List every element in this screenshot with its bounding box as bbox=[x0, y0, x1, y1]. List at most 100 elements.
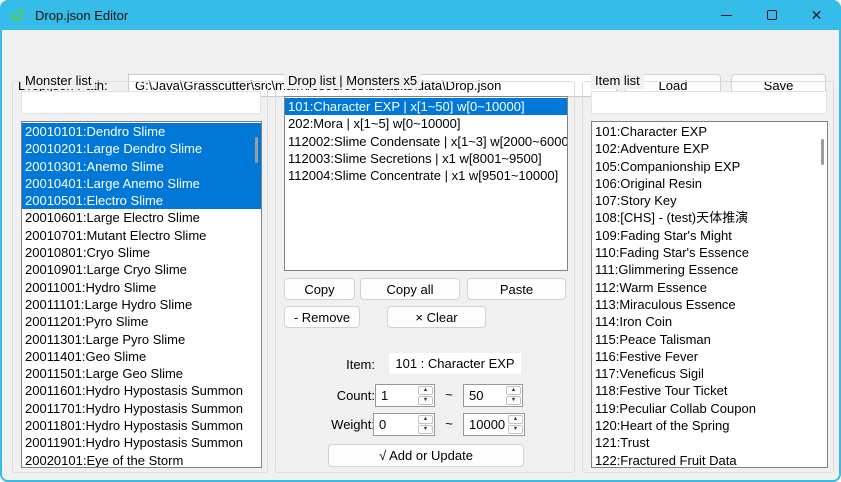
monster-list-item[interactable]: 20010701:Mutant Electro Slime bbox=[22, 227, 261, 244]
monster-list-item[interactable]: 20011401:Geo Slime bbox=[22, 348, 261, 365]
item-list-item[interactable]: 102:Adventure EXP bbox=[592, 140, 827, 157]
item-list-item[interactable]: 116:Festive Fever bbox=[592, 348, 827, 365]
item-list-item[interactable]: 119:Peculiar Collab Coupon bbox=[592, 400, 827, 417]
count-min-spinner[interactable]: ▲ ▼ bbox=[375, 384, 435, 407]
item-list-item[interactable]: 107:Story Key bbox=[592, 192, 827, 209]
window-controls: ✕ bbox=[704, 0, 839, 30]
weight-max-spinner[interactable]: ▲ ▼ bbox=[463, 413, 525, 436]
chevron-up-icon[interactable]: ▲ bbox=[506, 386, 521, 395]
item-list-title: Item list bbox=[591, 73, 644, 89]
weight-min-spinner[interactable]: ▲ ▼ bbox=[373, 413, 435, 436]
item-list-item[interactable]: 106:Original Resin bbox=[592, 175, 827, 192]
monster-list-item[interactable]: 20010901:Large Cryo Slime bbox=[22, 261, 261, 278]
clear-button[interactable]: × Clear bbox=[387, 306, 486, 328]
item-list-item[interactable]: 122:Fractured Fruit Data bbox=[592, 452, 827, 468]
count-max-spinner[interactable]: ▲ ▼ bbox=[463, 384, 523, 407]
drop-listbox[interactable]: 101:Character EXP | x[1~50] w[0~10000]20… bbox=[284, 96, 568, 271]
chevron-down-icon[interactable]: ▼ bbox=[506, 396, 521, 405]
item-list-item[interactable]: 117:Veneficus Sigil bbox=[592, 365, 827, 382]
monster-list-item[interactable]: 20011601:Hydro Hypostasis Summon bbox=[22, 382, 261, 399]
item-list-group: Item list 101:Character EXP102:Adventure… bbox=[582, 81, 834, 473]
chevron-down-icon[interactable]: ▼ bbox=[508, 425, 523, 434]
minimize-button[interactable] bbox=[704, 0, 749, 30]
weight-range-tilde: ~ bbox=[439, 416, 459, 431]
monster-list-item[interactable]: 20011001:Hydro Slime bbox=[22, 279, 261, 296]
item-list-item[interactable]: 114:Iron Coin bbox=[592, 313, 827, 330]
item-value-field[interactable]: 101 : Character EXP bbox=[388, 352, 522, 375]
remove-button[interactable]: - Remove bbox=[284, 306, 360, 328]
item-list-item[interactable]: 108:[CHS] - (test)天体推演 bbox=[592, 209, 827, 226]
count-max-input[interactable] bbox=[464, 385, 505, 406]
maximize-button[interactable] bbox=[749, 0, 794, 30]
weight-label: Weight: bbox=[296, 416, 375, 434]
title-bar: Drop.json Editor ✕ bbox=[0, 0, 841, 30]
count-label: Count: bbox=[296, 387, 375, 405]
monster-list-item[interactable]: 20011901:Hydro Hypostasis Summon bbox=[22, 434, 261, 451]
item-scrollbar-thumb[interactable] bbox=[821, 139, 824, 165]
window-content: Drop.json Path: Load Save Monster list 2… bbox=[2, 30, 839, 480]
monster-scrollbar-thumb[interactable] bbox=[255, 137, 258, 163]
drop-list-item[interactable]: 202:Mora | x[1~5] w[0~10000] bbox=[285, 115, 567, 132]
item-label: Item: bbox=[296, 356, 375, 374]
weight-min-input[interactable] bbox=[374, 414, 417, 435]
monster-list-item[interactable]: 20020101:Eye of the Storm bbox=[22, 452, 261, 468]
monster-list-item[interactable]: 20010201:Large Dendro Slime bbox=[22, 140, 261, 157]
monster-list-item[interactable]: 20011801:Hydro Hypostasis Summon bbox=[22, 417, 261, 434]
item-list-item[interactable]: 111:Glimmering Essence bbox=[592, 261, 827, 278]
count-min-input[interactable] bbox=[376, 385, 417, 406]
close-icon: ✕ bbox=[811, 8, 823, 22]
monster-list-item[interactable]: 20011101:Large Hydro Slime bbox=[22, 296, 261, 313]
monster-list-item[interactable]: 20011201:Pyro Slime bbox=[22, 313, 261, 330]
count-range-tilde: ~ bbox=[439, 387, 459, 402]
app-window: Drop.json Editor ✕ Drop.json Path: Load … bbox=[0, 0, 841, 482]
chevron-up-icon[interactable]: ▲ bbox=[508, 415, 523, 424]
chevron-up-icon[interactable]: ▲ bbox=[418, 386, 433, 395]
minimize-icon bbox=[721, 15, 732, 16]
drop-list-item[interactable]: 101:Character EXP | x[1~50] w[0~10000] bbox=[285, 98, 567, 115]
add-or-update-button[interactable]: √ Add or Update bbox=[328, 444, 524, 467]
monster-list-item[interactable]: 20010801:Cryo Slime bbox=[22, 244, 261, 261]
monster-list-item[interactable]: 20010501:Electro Slime bbox=[22, 192, 261, 209]
monster-list-title: Monster list bbox=[21, 73, 95, 89]
count-min-spin-buttons: ▲ ▼ bbox=[418, 386, 433, 405]
monster-list-item[interactable]: 20011501:Large Geo Slime bbox=[22, 365, 261, 382]
drop-list-item[interactable]: 112002:Slime Condensate | x[1~3] w[2000~… bbox=[285, 133, 567, 150]
drop-list-group: Drop list | Monsters x5 101:Character EX… bbox=[275, 81, 575, 473]
close-button[interactable]: ✕ bbox=[794, 0, 839, 30]
monster-search-input[interactable] bbox=[21, 91, 261, 114]
monster-list-item[interactable]: 20011701:Hydro Hypostasis Summon bbox=[22, 400, 261, 417]
item-listbox[interactable]: 101:Character EXP102:Adventure EXP105:Co… bbox=[591, 121, 828, 468]
megaphone-icon bbox=[9, 7, 27, 23]
item-search-input[interactable] bbox=[591, 91, 827, 114]
weight-max-input[interactable] bbox=[464, 414, 507, 435]
item-list-item[interactable]: 105:Companionship EXP bbox=[592, 158, 827, 175]
monster-list-item[interactable]: 20011301:Large Pyro Slime bbox=[22, 331, 261, 348]
drop-list-item[interactable]: 112004:Slime Concentrate | x1 w[9501~100… bbox=[285, 167, 567, 184]
maximize-icon bbox=[767, 10, 777, 20]
window-title: Drop.json Editor bbox=[35, 8, 128, 23]
monster-list-item[interactable]: 20010101:Dendro Slime bbox=[22, 123, 261, 140]
item-list-item[interactable]: 115:Peace Talisman bbox=[592, 331, 827, 348]
item-list-item[interactable]: 113:Miraculous Essence bbox=[592, 296, 827, 313]
copy-button[interactable]: Copy bbox=[284, 278, 355, 300]
item-list-item[interactable]: 118:Festive Tour Ticket bbox=[592, 382, 827, 399]
paste-button[interactable]: Paste bbox=[467, 278, 566, 300]
monster-list-item[interactable]: 20010301:Anemo Slime bbox=[22, 158, 261, 175]
copy-all-button[interactable]: Copy all bbox=[360, 278, 460, 300]
item-list-item[interactable]: 101:Character EXP bbox=[592, 123, 827, 140]
drop-list-title: Drop list | Monsters x5 bbox=[284, 73, 421, 89]
chevron-down-icon[interactable]: ▼ bbox=[418, 396, 433, 405]
chevron-down-icon[interactable]: ▼ bbox=[418, 425, 433, 434]
monster-list-group: Monster list 20010101:Dendro Slime200102… bbox=[12, 81, 268, 473]
drop-list-item[interactable]: 112003:Slime Secretions | x1 w[8001~9500… bbox=[285, 150, 567, 167]
item-list-item[interactable]: 112:Warm Essence bbox=[592, 279, 827, 296]
monster-list-item[interactable]: 20010401:Large Anemo Slime bbox=[22, 175, 261, 192]
monster-list-item[interactable]: 20010601:Large Electro Slime bbox=[22, 209, 261, 226]
item-list-item[interactable]: 121:Trust bbox=[592, 434, 827, 451]
item-list-item[interactable]: 110:Fading Star's Essence bbox=[592, 244, 827, 261]
drop-list-items: 101:Character EXP | x[1~50] w[0~10000]20… bbox=[285, 98, 567, 270]
chevron-up-icon[interactable]: ▲ bbox=[418, 415, 433, 424]
item-list-item[interactable]: 120:Heart of the Spring bbox=[592, 417, 827, 434]
item-list-item[interactable]: 109:Fading Star's Might bbox=[592, 227, 827, 244]
monster-listbox[interactable]: 20010101:Dendro Slime20010201:Large Dend… bbox=[21, 121, 262, 468]
